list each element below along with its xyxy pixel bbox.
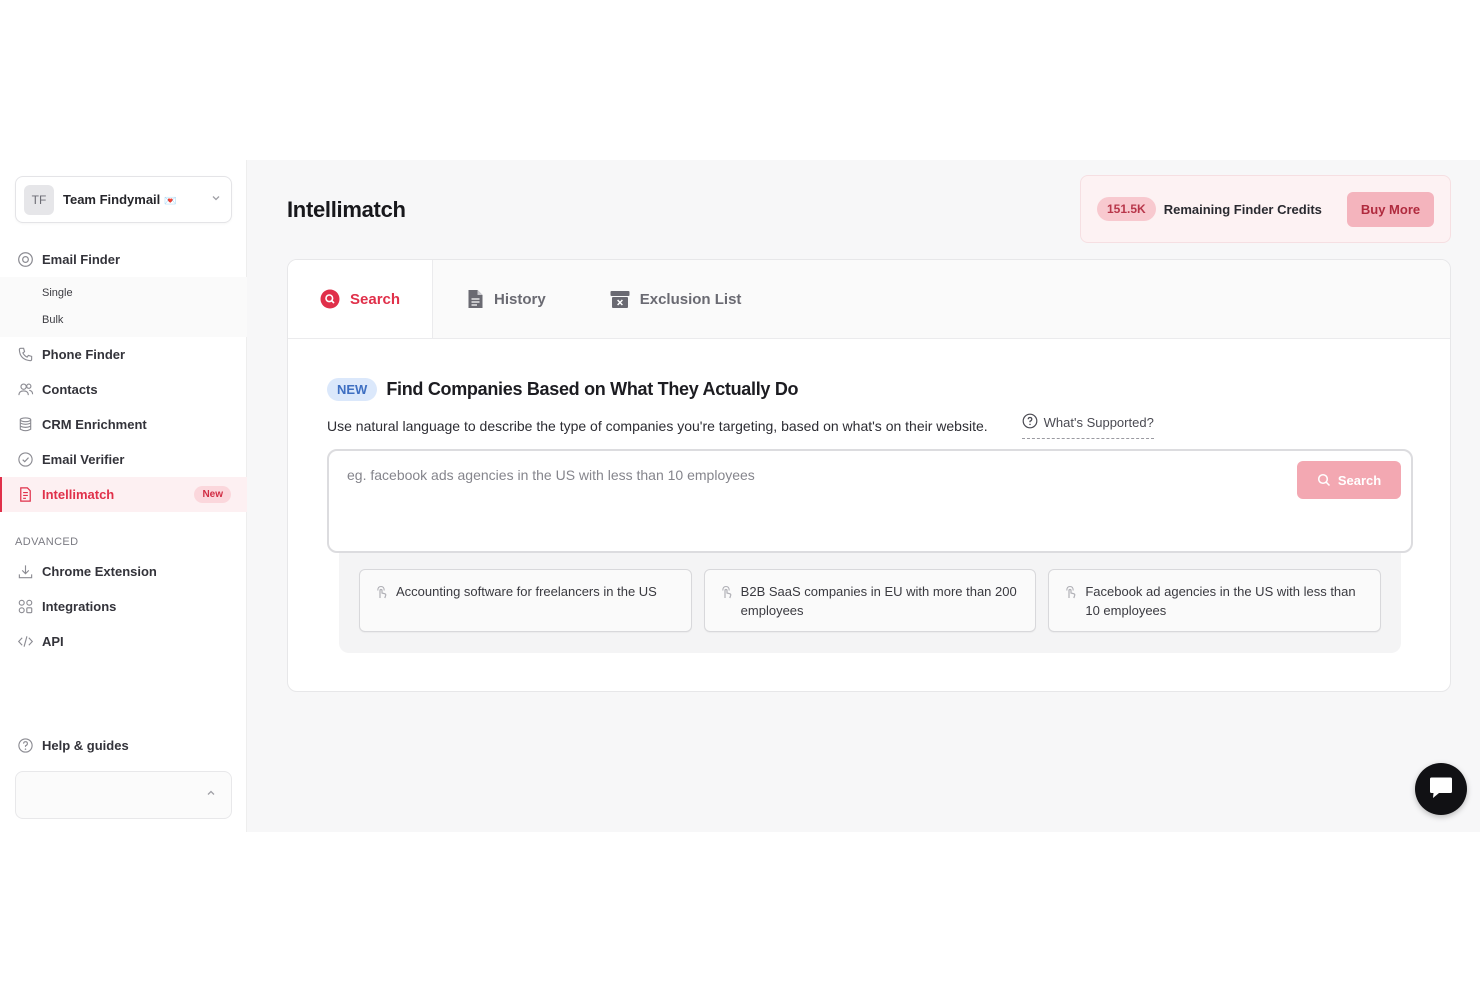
credits-amount-badge: 151.5K [1097,197,1156,221]
example-query-text: B2B SaaS companies in EU with more than … [740,584,1017,618]
sidebar-item-label: Integrations [42,599,117,614]
sidebar-item-phone-finder[interactable]: Phone Finder [0,337,247,372]
sidebar: TF Team Findymail 💌 Email Finder Single B… [0,160,247,832]
team-switcher[interactable]: TF Team Findymail 💌 [15,176,232,223]
grid-icon [16,598,34,616]
team-name: Team Findymail 💌 [63,192,211,207]
at-search-icon [16,251,34,269]
sidebar-item-email-verifier[interactable]: Email Verifier [0,442,247,477]
tab-label: History [494,290,546,308]
whats-supported-label: What's Supported? [1043,415,1154,430]
sidebar-item-label: Help & guides [42,738,129,753]
download-icon [16,563,34,581]
sidebar-item-intellimatch[interactable]: Intellimatch New [0,477,247,512]
search-panel: NEW Find Companies Based on What They Ac… [327,378,1413,653]
question-circle-icon [1022,413,1038,432]
app-shell: TF Team Findymail 💌 Email Finder Single B… [0,160,1480,832]
section-label-advanced: ADVANCED [15,536,79,548]
tap-icon [719,584,733,605]
chat-bubble-icon [1430,777,1452,798]
sidebar-item-label: Phone Finder [42,347,126,362]
tab-label: Search [350,290,401,308]
credits-label: Remaining Finder Credits [1163,201,1322,217]
chevron-up-icon [206,788,216,801]
sidebar-item-api[interactable]: API [0,624,247,659]
sidebar-item-label: CRM Enrichment [42,417,147,432]
sidebar-subitem-single[interactable]: Single [0,279,247,306]
team-emoji: 💌 [164,196,177,207]
example-query-text: Facebook ad agencies in the US with less… [1085,584,1356,618]
intellimatch-card: Search History Exclusion List NEW Find C… [287,259,1451,692]
sidebar-item-help[interactable]: Help & guides [0,728,247,763]
chat-widget-button[interactable] [1415,763,1467,815]
buy-more-button[interactable]: Buy More [1347,192,1434,227]
tap-icon [374,584,388,605]
search-button-label: Search [1337,472,1382,488]
code-icon [16,633,34,651]
sidebar-nav: Email Finder Single Bulk Phone Finder Co… [0,242,247,659]
example-query-chip[interactable]: B2B SaaS companies in EU with more than … [703,569,1037,632]
new-badge: New [194,486,231,503]
example-query-text: Accounting software for freelancers in t… [396,584,657,599]
example-queries: Accounting software for freelancers in t… [339,553,1401,653]
email-finder-subnav: Single Bulk [0,277,247,337]
tab-bar: Search History Exclusion List [288,260,1450,339]
main-content: Intellimatch 151.5K Remaining Finder Cre… [247,160,1480,832]
sidebar-item-label: API [42,634,64,649]
example-query-chip[interactable]: Accounting software for freelancers in t… [359,569,692,632]
sidebar-item-contacts[interactable]: Contacts [0,372,247,407]
description-row: Use natural language to describe the typ… [327,413,1413,439]
company-query-input[interactable] [347,467,1247,483]
whats-supported-link[interactable]: What's Supported? [1021,413,1154,439]
phone-icon [16,346,34,364]
account-menu[interactable] [15,771,232,819]
search-button[interactable]: Search [1297,461,1401,499]
page-title: Intellimatch [287,197,406,222]
question-circle-icon [16,737,34,755]
sidebar-item-label: Contacts [42,382,98,397]
headline-row: NEW Find Companies Based on What They Ac… [327,378,1413,401]
credits-panel: 151.5K Remaining Finder Credits Buy More [1080,175,1451,243]
users-icon [16,381,34,399]
team-name-text: Team Findymail [63,192,161,207]
team-avatar: TF [24,184,54,215]
sidebar-item-crm-enrichment[interactable]: CRM Enrichment [0,407,247,442]
help-section: Help & guides [0,728,247,763]
search-circle-icon [320,289,340,309]
new-tag: NEW [327,378,378,401]
sidebar-subitem-bulk[interactable]: Bulk [0,306,247,333]
sidebar-item-email-finder[interactable]: Email Finder [0,242,247,277]
chevron-down-icon [211,193,221,206]
document-search-icon [16,486,34,504]
sidebar-item-label: Intellimatch [42,487,115,502]
archive-x-icon [610,290,630,309]
sidebar-item-chrome-extension[interactable]: Chrome Extension [0,554,247,589]
section-description: Use natural language to describe the typ… [327,418,988,434]
sidebar-item-label: Email Finder [42,252,121,267]
tab-exclusion-list[interactable]: Exclusion List [578,260,774,338]
sidebar-item-integrations[interactable]: Integrations [0,589,247,624]
sidebar-item-label: Chrome Extension [42,564,157,579]
database-icon [16,416,34,434]
file-text-icon [467,289,484,309]
tap-icon [1063,584,1077,605]
tab-search[interactable]: Search [288,260,434,338]
search-icon [1317,473,1330,487]
tab-history[interactable]: History [433,260,578,338]
query-box: Search [327,449,1413,553]
sidebar-item-label: Email Verifier [42,452,125,467]
example-query-chip[interactable]: Facebook ad agencies in the US with less… [1048,569,1382,632]
check-circle-icon [16,451,34,469]
tab-label: Exclusion List [639,290,742,308]
section-headline: Find Companies Based on What They Actual… [386,379,799,399]
